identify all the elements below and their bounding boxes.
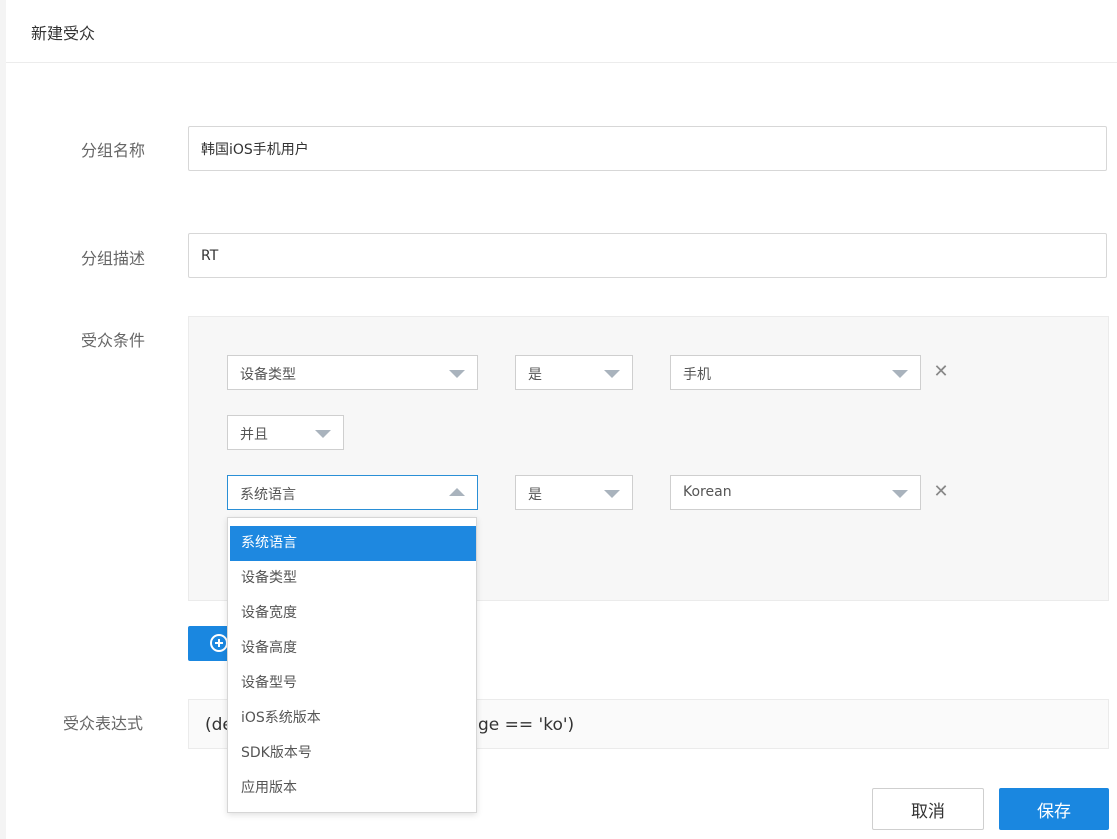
condition-1-field-select[interactable]: 设备类型	[227, 355, 478, 390]
group-name-label: 分组名称	[81, 141, 146, 160]
page-header: 新建受众	[6, 0, 1117, 63]
group-desc-input[interactable]	[188, 233, 1107, 278]
expression-text-right: ge == 'ko')	[478, 715, 575, 735]
condition-2-field-select[interactable]: 系统语言	[227, 475, 478, 510]
condition-1-field-value: 设备类型	[240, 367, 296, 383]
condition-2-operator-select[interactable]: 是	[515, 475, 633, 510]
dropdown-item[interactable]: 应用版本	[230, 771, 476, 806]
condition-2-field-value: 系统语言	[240, 487, 296, 503]
chevron-down-icon	[892, 490, 908, 498]
dropdown-item[interactable]: iOS系统版本	[230, 701, 476, 736]
dropdown-item[interactable]: 设备类型	[230, 561, 476, 596]
dropdown-item[interactable]: 系统语言	[230, 526, 476, 561]
connector-value: 并且	[240, 427, 268, 443]
close-icon[interactable]: ✕	[932, 363, 950, 381]
condition-2-value-value: Korean	[683, 484, 732, 500]
condition-1-operator-select[interactable]: 是	[515, 355, 633, 390]
plus-circle-icon	[210, 634, 228, 652]
condition-1-value-select[interactable]: 手机	[670, 355, 921, 390]
expression-label: 受众表达式	[63, 714, 144, 733]
condition-1-value-value: 手机	[683, 367, 711, 383]
dropdown-item[interactable]: 设备高度	[230, 631, 476, 666]
condition-2-operator-value: 是	[528, 487, 542, 503]
new-audience-page: 新建受众 分组名称 分组描述 受众条件 设备类型 是 手机 ✕ 并且 系统语言 …	[6, 0, 1117, 839]
dropdown-item[interactable]: 设备型号	[230, 666, 476, 701]
chevron-up-icon	[449, 488, 465, 496]
close-icon[interactable]: ✕	[932, 483, 950, 501]
save-button[interactable]: 保存	[999, 788, 1109, 830]
condition-2-value-select[interactable]: Korean	[670, 475, 921, 510]
conditions-label: 受众条件	[81, 331, 146, 350]
field-dropdown-menu: 系统语言 设备类型 设备宽度 设备高度 设备型号 iOS系统版本 SDK版本号 …	[227, 517, 477, 813]
chevron-down-icon	[604, 490, 620, 498]
chevron-down-icon	[449, 370, 465, 378]
connector-select[interactable]: 并且	[227, 415, 344, 450]
chevron-down-icon	[892, 370, 908, 378]
chevron-down-icon	[315, 430, 331, 438]
chevron-down-icon	[604, 370, 620, 378]
group-desc-label: 分组描述	[81, 249, 146, 268]
page-title: 新建受众	[31, 24, 96, 43]
cancel-button[interactable]: 取消	[872, 788, 984, 830]
condition-1-operator-value: 是	[528, 367, 542, 383]
dropdown-item[interactable]: 设备宽度	[230, 596, 476, 631]
dropdown-item[interactable]: SDK版本号	[230, 736, 476, 771]
group-name-input[interactable]	[188, 126, 1107, 171]
